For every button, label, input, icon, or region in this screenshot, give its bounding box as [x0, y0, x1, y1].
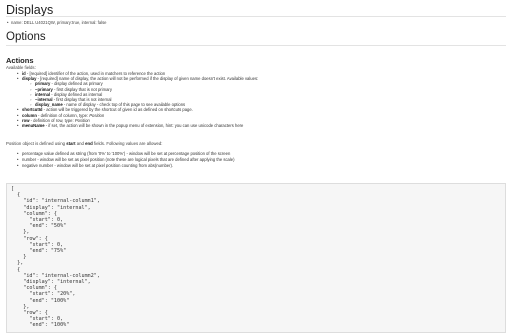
code-line: "end": "100%": [11, 322, 70, 329]
position-value-item: negative number - window will be set at …: [17, 163, 235, 169]
config-code-editor[interactable]: [ { "id": "internal-column1", "display":…: [6, 183, 506, 333]
display-values-list: primary - display defined as primary ~pr…: [22, 81, 258, 107]
options-divider: [6, 45, 506, 46]
options-heading: Options: [6, 31, 46, 43]
field-item-display: display - [required] name of display, th…: [17, 76, 258, 107]
displays-heading: Displays: [6, 3, 54, 17]
field-name: menuName: [22, 123, 45, 129]
available-fields-label: Available fields:: [6, 65, 36, 70]
position-intro: Position object is defined using start a…: [6, 141, 162, 146]
position-intro-text: Position object is defined using: [6, 141, 67, 146]
position-end-keyword: end: [85, 141, 93, 146]
position-values-list: percentage value defined as string (from…: [17, 151, 235, 169]
actions-heading: Actions: [6, 56, 34, 66]
position-start-keyword: start: [66, 141, 76, 146]
fields-list: id - [required] identifier of the action…: [17, 71, 258, 129]
bullet-icon: •: [7, 20, 9, 25]
displays-divider: [6, 16, 506, 17]
field-desc: - if set, the action will be shown in th…: [44, 123, 244, 129]
position-intro-text: fields. Following values are allowed:: [92, 141, 163, 146]
display-list-item: • name: DELL U4021QW, primary:true, inte…: [7, 20, 107, 25]
config-json[interactable]: [ { "id": "internal-column1", "display":…: [7, 184, 505, 331]
position-intro-text: and: [75, 141, 86, 146]
field-item-menuname: menuName - if set, the action will be sh…: [17, 123, 258, 129]
display-description: name: DELL U4021QW, primary:true, intern…: [11, 20, 107, 25]
